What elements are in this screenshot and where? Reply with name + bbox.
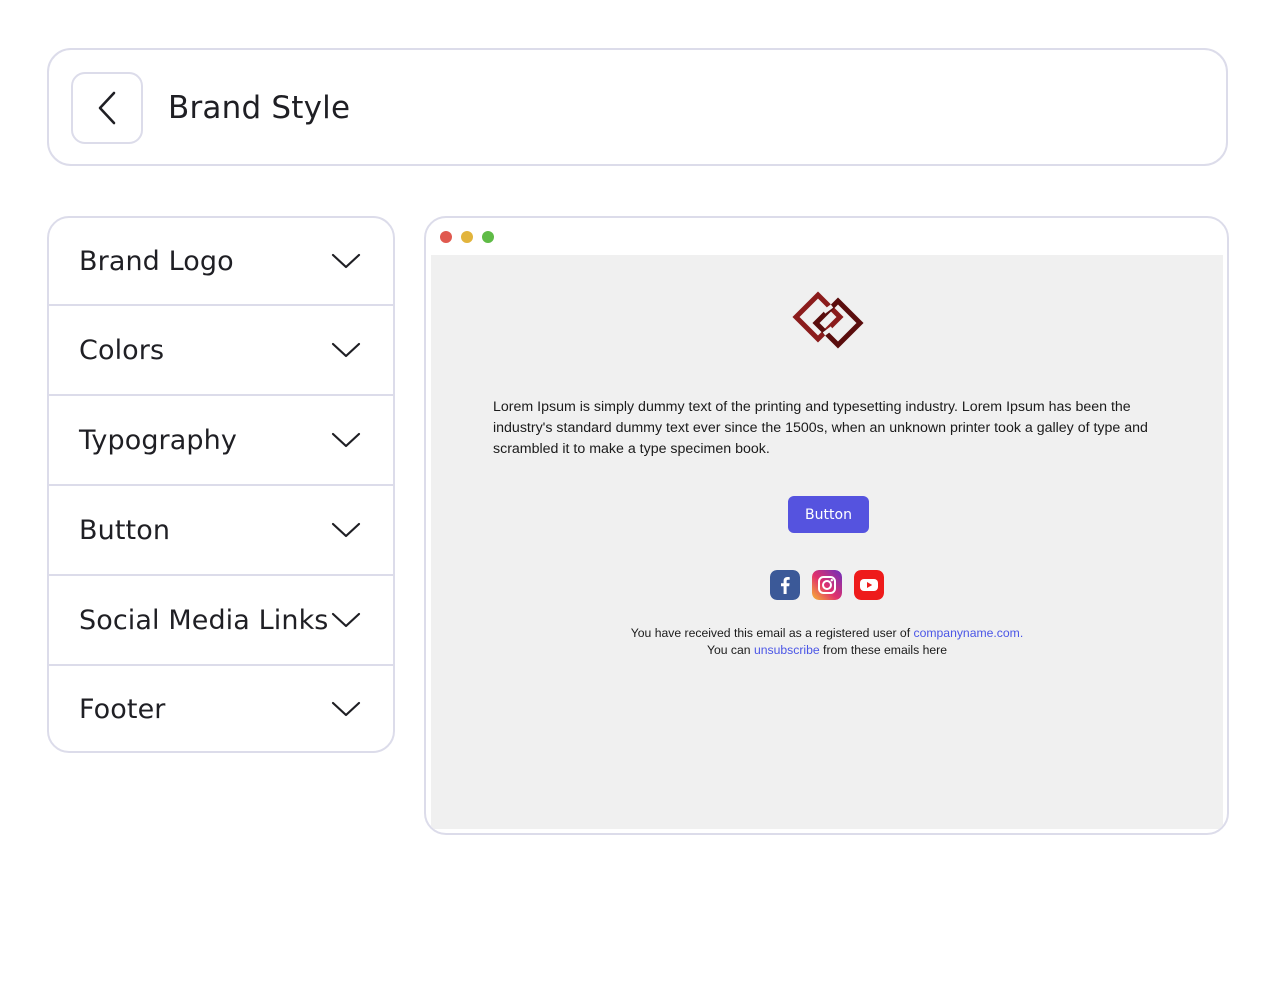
- email-preview-window: Lorem Ipsum is simply dummy text of the …: [424, 216, 1229, 835]
- accordion-item-label: Social Media Links: [79, 604, 329, 636]
- email-body-text: Lorem Ipsum is simply dummy text of the …: [493, 399, 1148, 457]
- unsubscribe-link[interactable]: unsubscribe: [754, 643, 820, 657]
- accordion-item-colors[interactable]: Colors: [49, 306, 393, 396]
- window-dot-close: [440, 231, 452, 243]
- youtube-icon[interactable]: [854, 570, 884, 600]
- company-link[interactable]: companyname.com.: [913, 626, 1023, 640]
- brand-logo: [788, 290, 868, 350]
- brand-logo-icon: [792, 291, 864, 349]
- back-button[interactable]: [71, 72, 143, 144]
- accordion-item-brand-logo[interactable]: Brand Logo: [49, 218, 393, 306]
- header-bar: Brand Style: [47, 48, 1228, 166]
- settings-accordion: Brand Logo Colors Typography Button Soci…: [47, 216, 395, 753]
- accordion-item-label: Typography: [79, 424, 237, 456]
- page-title: Brand Style: [168, 90, 351, 126]
- accordion-item-label: Colors: [79, 334, 165, 366]
- email-cta-button[interactable]: Button: [788, 496, 869, 533]
- accordion-item-label: Brand Logo: [79, 245, 234, 277]
- chevron-down-icon: [331, 253, 361, 269]
- chevron-down-icon: [331, 612, 361, 628]
- email-body: Lorem Ipsum is simply dummy text of the …: [431, 255, 1223, 829]
- footer-line-1: You have received this email as a regist…: [431, 625, 1223, 642]
- chevron-down-icon: [331, 701, 361, 717]
- chevron-down-icon: [331, 522, 361, 538]
- accordion-item-footer[interactable]: Footer: [49, 666, 393, 751]
- window-dot-maximize: [482, 231, 494, 243]
- footer-line-1-text: You have received this email as a regist…: [630, 626, 914, 640]
- accordion-item-typography[interactable]: Typography: [49, 396, 393, 486]
- facebook-icon[interactable]: [770, 570, 800, 600]
- footer-line-2-suffix: from these emails here: [819, 643, 948, 657]
- footer-line-2: You can unsubscribe from these emails he…: [431, 642, 1223, 659]
- accordion-item-label: Footer: [79, 693, 166, 725]
- email-footer: You have received this email as a regist…: [431, 625, 1223, 659]
- accordion-item-label: Button: [79, 514, 171, 546]
- accordion-item-button[interactable]: Button: [49, 486, 393, 576]
- window-dot-minimize: [461, 231, 473, 243]
- chevron-down-icon: [331, 342, 361, 358]
- chevron-left-icon: [98, 91, 116, 125]
- instagram-icon[interactable]: [812, 570, 842, 600]
- accordion-item-social-media-links[interactable]: Social Media Links: [49, 576, 393, 666]
- social-links: [770, 570, 884, 600]
- window-controls: [440, 231, 494, 243]
- chevron-down-icon: [331, 432, 361, 448]
- footer-line-2-prefix: You can: [706, 643, 754, 657]
